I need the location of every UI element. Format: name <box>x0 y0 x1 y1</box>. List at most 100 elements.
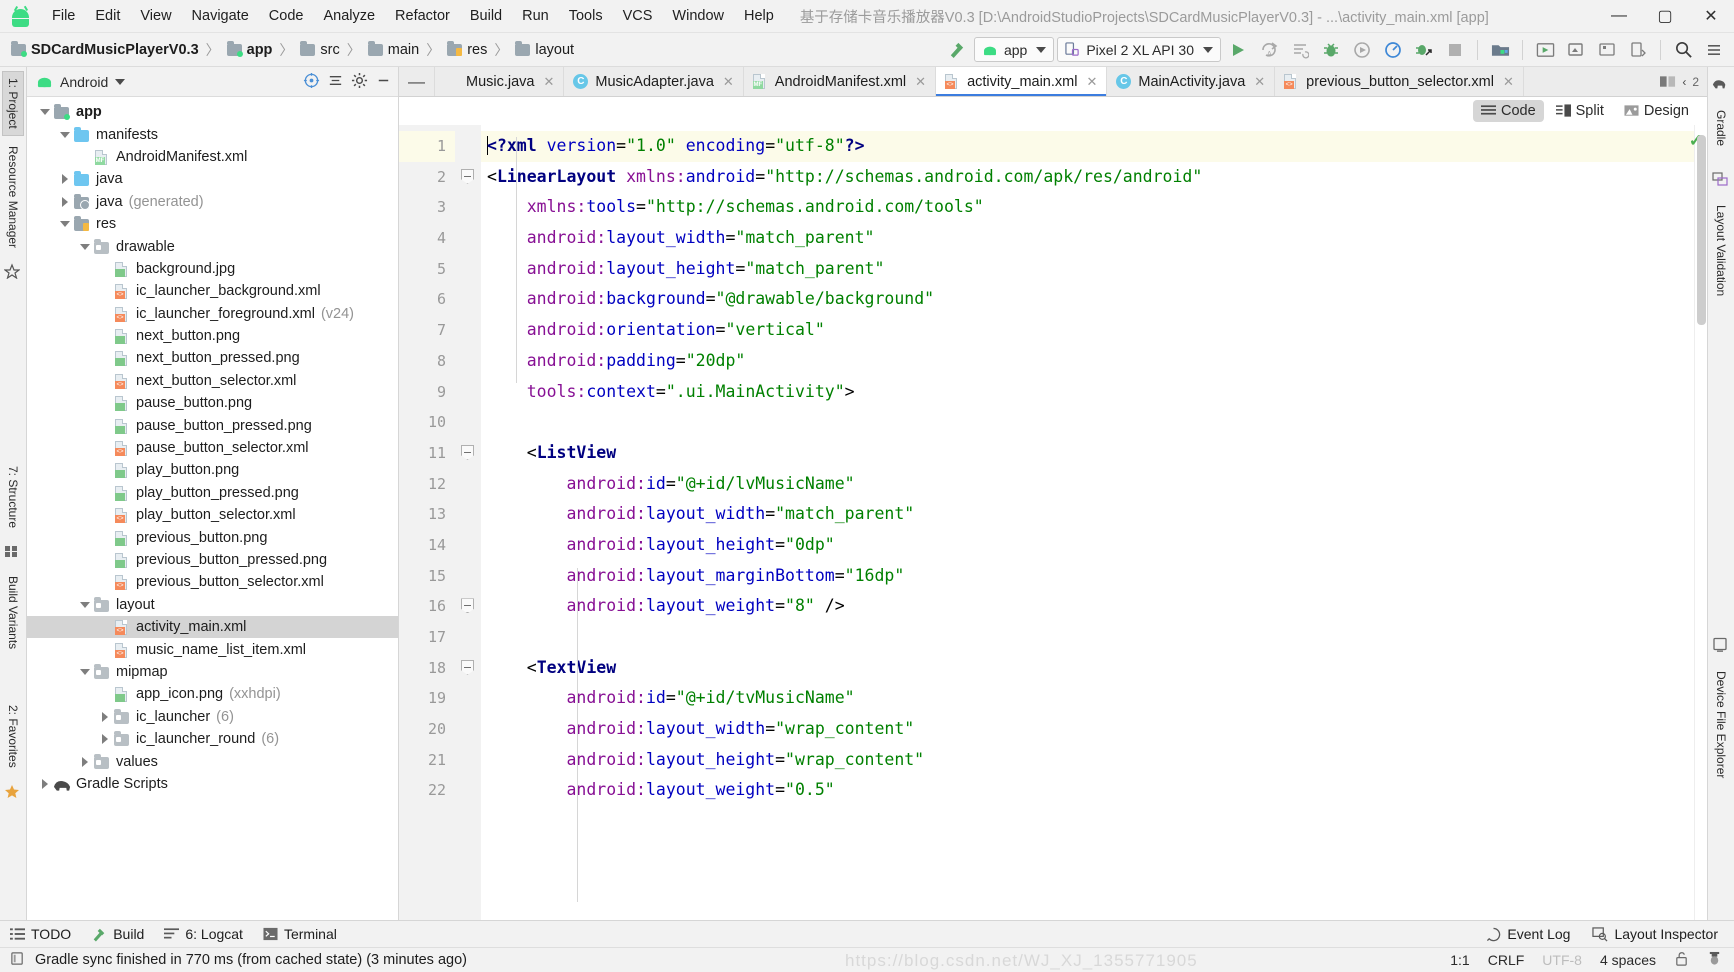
code-line[interactable]: android:layout_height="0dp" <box>481 530 1694 561</box>
stop-button[interactable] <box>1441 37 1469 63</box>
twisty-expanded-icon[interactable] <box>77 668 93 675</box>
editor-tab-activity-main-xml[interactable]: <> activity_main.xml ✕ <box>936 67 1108 96</box>
twisty-collapsed-icon[interactable] <box>97 711 113 722</box>
tree-node-music-name-list-item-xml[interactable]: <> music_name_list_item.xml <box>27 638 398 660</box>
breadcrumb-item-layout[interactable]: layout <box>512 40 577 59</box>
editor-tab-music-java[interactable]: Music.java ✕ <box>435 67 565 96</box>
rail-tab-layout-validation[interactable]: Layout Validation <box>1711 200 1731 301</box>
breadcrumb-item-main[interactable]: main <box>365 40 422 59</box>
rail-tab-device-file-explorer[interactable]: Device File Explorer <box>1711 666 1731 783</box>
twisty-expanded-icon[interactable] <box>57 221 73 228</box>
menu-refactor[interactable]: Refactor <box>385 5 460 27</box>
bottom-tab-event-log[interactable]: Event Log <box>1486 926 1570 942</box>
code-line[interactable]: xmlns:tools="http://schemas.android.com/… <box>481 192 1694 223</box>
code-line[interactable]: tools:context=".ui.MainActivity"> <box>481 377 1694 408</box>
chevron-down-icon[interactable] <box>115 78 126 85</box>
tree-node-mipmap[interactable]: mipmap <box>27 661 398 683</box>
tree-node-next-button-selector-xml[interactable]: <> next_button_selector.xml <box>27 370 398 392</box>
build-variants-icon[interactable] <box>4 543 22 561</box>
close-tab-icon[interactable]: ✕ <box>1503 74 1514 90</box>
avd-play-button[interactable] <box>1593 37 1621 63</box>
bottom-tab-layout-inspector[interactable]: Layout Inspector <box>1592 926 1718 942</box>
tree-node-play-button-png[interactable]: play_button.png <box>27 459 398 481</box>
editor-tabs-overflow[interactable]: ‹ 2 <box>1652 67 1707 96</box>
menu-file[interactable]: File <box>42 5 85 27</box>
code-line[interactable]: android:id="@+id/tvMusicName" <box>481 683 1694 714</box>
status-event-icon[interactable] <box>10 951 25 969</box>
bottom-tab-terminal[interactable]: Terminal <box>263 926 337 942</box>
rail-tab-structure[interactable]: 7: Structure <box>3 460 23 534</box>
hide-tabs-button[interactable]: — <box>399 67 435 96</box>
close-tab-icon[interactable]: ✕ <box>1254 74 1265 90</box>
device-manager-button[interactable] <box>1624 37 1652 63</box>
editor-tab-androidmanifest-xml[interactable]: MF AndroidManifest.xml ✕ <box>744 67 937 96</box>
twisty-collapsed-icon[interactable] <box>57 174 73 185</box>
tree-node-previous-button-pressed-png[interactable]: previous_button_pressed.png <box>27 549 398 571</box>
tree-node-androidmanifest-xml[interactable]: MF AndroidManifest.xml <box>27 146 398 168</box>
menu-code[interactable]: Code <box>259 5 314 27</box>
gradle-elephant-icon[interactable] <box>1712 76 1730 94</box>
tree-node-next-button-png[interactable]: next_button.png <box>27 325 398 347</box>
code-line[interactable] <box>481 622 1694 653</box>
rail-tab-gradle[interactable]: Gradle <box>1711 105 1731 151</box>
code-line[interactable]: <ListView <box>481 438 1694 469</box>
run-configuration-selector[interactable]: app <box>973 37 1055 62</box>
caret-position[interactable]: 1:1 <box>1450 952 1469 968</box>
code-line[interactable]: android:layout_width="match_parent" <box>481 223 1694 254</box>
menu-help[interactable]: Help <box>734 5 784 27</box>
code-line[interactable]: android:layout_width="match_parent" <box>481 499 1694 530</box>
code-line[interactable]: android:layout_height="match_parent" <box>481 254 1694 285</box>
tree-node-gradle-scripts[interactable]: Gradle Scripts <box>27 773 398 795</box>
code-editor[interactable]: 12C 3 4 5 6 7 8 9 10 11 12 13 14 15 16 17 18 19 20 21 22 <?x… <box>399 125 1707 920</box>
code-line[interactable]: <?xml version="1.0" encoding="utf-8"?> <box>481 131 1694 162</box>
profile-button[interactable] <box>1379 37 1407 63</box>
twisty-expanded-icon[interactable] <box>37 109 53 116</box>
bottom-tab-todo[interactable]: TODO <box>10 926 71 942</box>
device-selector[interactable]: Pixel 2 XL API 30 <box>1057 37 1221 62</box>
menu-tools[interactable]: Tools <box>559 5 613 27</box>
menu-build[interactable]: Build <box>460 5 512 27</box>
maximize-button[interactable]: ▢ <box>1642 0 1688 32</box>
line-separator[interactable]: CRLF <box>1488 952 1525 968</box>
editor-scrollbar[interactable]: ✓ <box>1689 125 1707 920</box>
attach-debugger-button[interactable] <box>1410 37 1438 63</box>
breadcrumb-item-sdcardmusicplayerv0-3[interactable]: SDCardMusicPlayerV0.3 <box>8 40 202 59</box>
tree-node-res[interactable]: res <box>27 213 398 235</box>
rail-tab-build-variants[interactable]: Build Variants <box>3 570 23 655</box>
code-line[interactable]: android:padding="20dp" <box>481 346 1694 377</box>
tree-node-previous-button-selector-xml[interactable]: <> previous_button_selector.xml <box>27 571 398 593</box>
favorites-star-icon[interactable] <box>4 783 22 801</box>
twisty-collapsed-icon[interactable] <box>77 756 93 767</box>
breadcrumb-item-res[interactable]: res <box>444 40 490 59</box>
tree-node-activity-main-xml[interactable]: <> activity_main.xml <box>27 615 398 639</box>
tree-node-java[interactable]: java <box>27 168 398 190</box>
close-tab-icon[interactable]: ✕ <box>544 74 555 90</box>
minimize-button[interactable]: — <box>1596 0 1642 32</box>
rail-tab-project[interactable]: 1: Project <box>2 71 24 136</box>
more-toolbar-button[interactable] <box>1700 37 1728 63</box>
tree-node-pause-button-pressed-png[interactable]: pause_button_pressed.png <box>27 414 398 436</box>
menu-run[interactable]: Run <box>512 5 559 27</box>
tree-node-play-button-selector-xml[interactable]: <> play_button_selector.xml <box>27 504 398 526</box>
unlocked-icon[interactable] <box>1674 951 1689 970</box>
menu-vcs[interactable]: VCS <box>613 5 663 27</box>
tree-node-ic-launcher[interactable]: ic_launcher (6) <box>27 706 398 728</box>
editor-tab-previous-button-selector-xml[interactable]: <> previous_button_selector.xml ✕ <box>1275 67 1524 96</box>
twisty-collapsed-icon[interactable] <box>37 778 53 789</box>
menu-navigate[interactable]: Navigate <box>182 5 259 27</box>
code-line[interactable]: android:background="@drawable/background… <box>481 284 1694 315</box>
tree-node-ic-launcher-background-xml[interactable]: <> ic_launcher_background.xml <box>27 280 398 302</box>
menu-view[interactable]: View <box>130 5 181 27</box>
tab-code-mode[interactable]: Code <box>1472 100 1544 122</box>
collapse-all-icon[interactable] <box>327 72 344 92</box>
tree-node-previous-button-png[interactable]: previous_button.png <box>27 526 398 548</box>
fold-collapse-icon[interactable] <box>461 659 474 675</box>
tree-node-values[interactable]: values <box>27 750 398 772</box>
rail-tab-resource-manager[interactable]: Resource Manager <box>3 140 23 254</box>
apply-code-changes-button[interactable] <box>1286 37 1314 63</box>
twisty-collapsed-icon[interactable] <box>97 734 113 745</box>
code-folding-column[interactable] <box>455 125 481 920</box>
code-line[interactable]: android:layout_width="wrap_content" <box>481 714 1694 745</box>
tree-node-manifests[interactable]: manifests <box>27 123 398 145</box>
code-text[interactable]: <?xml version="1.0" encoding="utf-8"?> <L… <box>481 125 1694 920</box>
